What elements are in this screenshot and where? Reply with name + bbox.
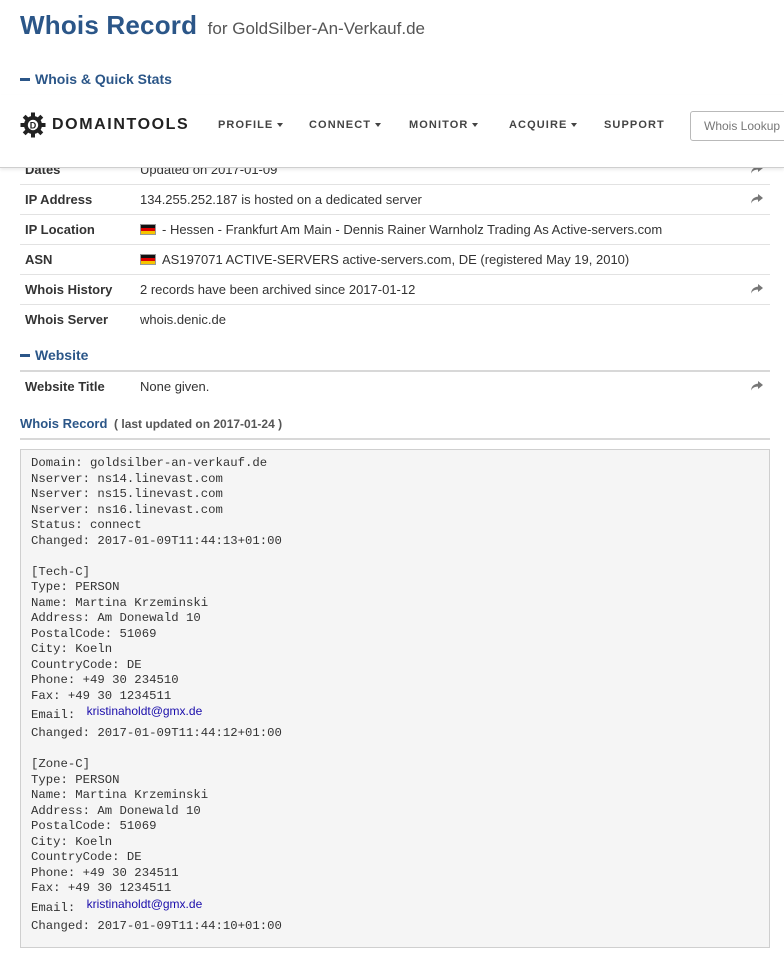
nav-profile[interactable]: PROFILE xyxy=(218,119,284,131)
whois-record-title: Whois Record xyxy=(20,416,108,431)
section-header-quick-stats[interactable]: Whois & Quick Stats xyxy=(20,71,172,87)
table-row-website-title: Website Title None given. xyxy=(20,372,770,401)
whois-line: CountryCode: DE xyxy=(31,657,142,672)
table-row-asn: ASN AS197071 ACTIVE-SERVERS active-serve… xyxy=(20,245,770,275)
share-icon[interactable] xyxy=(750,283,764,295)
divider xyxy=(20,438,770,440)
page-title-domain: for GoldSilber-An-Verkauf.de xyxy=(207,19,425,38)
row-value: whois.denic.de xyxy=(140,312,226,327)
germany-flag-icon xyxy=(140,254,156,265)
section-header-label: Whois & Quick Stats xyxy=(35,71,172,87)
quick-stats-table: Dates Updated on 2017-01-09 IP Address 1… xyxy=(20,155,770,334)
email-link[interactable]: kristinaholdt@gmx.de xyxy=(87,897,203,911)
caret-down-icon xyxy=(375,123,382,127)
row-label: ASN xyxy=(25,252,53,267)
whois-line: [Tech-C] xyxy=(31,564,91,579)
whois-line: City: Koeln xyxy=(31,834,113,849)
whois-record-text: Domain: goldsilber-an-verkauf.de Nserver… xyxy=(20,449,770,948)
nav-profile-label: PROFILE xyxy=(218,119,274,131)
whois-line: Name: Martina Krzeminski xyxy=(31,595,209,610)
whois-line: Fax: +49 30 1234511 xyxy=(31,881,172,895)
nav-acquire[interactable]: ACQUIRE xyxy=(509,119,578,131)
domaintools-logo[interactable]: D DOMAINTOOLS xyxy=(20,112,189,138)
svg-text:D: D xyxy=(30,121,37,131)
share-icon[interactable] xyxy=(750,193,764,205)
row-label: Whois History xyxy=(25,282,113,297)
nav-connect-label: CONNECT xyxy=(309,119,372,131)
whois-lookup-input[interactable]: Whois Lookup xyxy=(690,111,784,141)
row-label: Whois Server xyxy=(25,312,109,327)
row-value: 2 records have been archived since 2017-… xyxy=(140,282,416,297)
whois-line: Fax: +49 30 1234511 xyxy=(31,688,172,703)
row-value: AS197071 ACTIVE-SERVERS active-servers.c… xyxy=(140,252,629,267)
share-icon[interactable] xyxy=(750,380,764,392)
whois-line: Type: PERSON xyxy=(31,580,120,594)
whois-line: Phone: +49 30 234510 xyxy=(31,673,179,687)
whois-email-line: Email: kristinaholdt@gmx.de xyxy=(31,897,769,917)
whois-line: City: Koeln xyxy=(31,642,113,656)
logo-text: DOMAINTOOLS xyxy=(52,116,190,133)
page-title: Whois Record for GoldSilber-An-Verkauf.d… xyxy=(20,10,425,41)
email-label: Email: xyxy=(31,900,76,915)
row-label: IP Location xyxy=(25,222,95,237)
caret-down-icon xyxy=(277,123,284,127)
email-label: Email: xyxy=(31,708,76,722)
whois-line: Name: Martina Krzeminski xyxy=(31,788,209,802)
whois-line: [Zone-C] xyxy=(31,757,91,771)
nav-support-label: SUPPORT xyxy=(604,119,665,131)
collapse-icon xyxy=(20,353,30,357)
whois-record-updated: ( last updated on 2017-01-24 ) xyxy=(114,417,283,431)
whois-line: Domain: goldsilber-an-verkauf.de xyxy=(31,456,268,470)
whois-line: Address: Am Donewald 10 xyxy=(31,803,201,818)
row-label: Website Title xyxy=(25,379,105,394)
table-row-whois-history: Whois History 2 records have been archiv… xyxy=(20,275,770,305)
nav-support[interactable]: SUPPORT xyxy=(604,119,665,131)
whois-email-line: Email: kristinaholdt@gmx.de xyxy=(31,704,769,724)
nav-monitor-label: MONITOR xyxy=(409,119,469,131)
page-title-main: Whois Record xyxy=(20,10,198,40)
whois-line: Address: Am Donewald 10 xyxy=(31,611,201,625)
table-row-whois-server: Whois Server whois.denic.de xyxy=(20,305,770,334)
email-link[interactable]: kristinaholdt@gmx.de xyxy=(87,704,203,718)
website-table: Website Title None given. xyxy=(20,370,770,401)
whois-line: Changed: 2017-01-09T11:44:13+01:00 xyxy=(31,533,282,548)
table-row-ip-address: IP Address 134.255.252.187 is hosted on … xyxy=(20,185,770,215)
whois-line: Status: connect xyxy=(31,518,142,532)
nav-connect[interactable]: CONNECT xyxy=(309,119,382,131)
section-header-label: Website xyxy=(35,347,89,363)
whois-line: Type: PERSON xyxy=(31,772,120,787)
row-label: IP Address xyxy=(25,192,93,207)
nav-monitor[interactable]: MONITOR xyxy=(409,119,479,131)
row-value: 134.255.252.187 is hosted on a dedicated… xyxy=(140,192,422,207)
navbar: D DOMAINTOOLS PROFILE CONNECT MONITOR AC… xyxy=(0,95,784,168)
whois-line: PostalCode: 51069 xyxy=(31,626,157,641)
nav-acquire-label: ACQUIRE xyxy=(509,119,568,131)
whois-line: Changed: 2017-01-09T11:44:12+01:00 xyxy=(31,726,282,740)
whois-record-header: Whois Record ( last updated on 2017-01-2… xyxy=(20,416,282,431)
whois-line: Nserver: ns14.linevast.com xyxy=(31,471,223,486)
row-value: None given. xyxy=(140,379,210,394)
germany-flag-icon xyxy=(140,224,156,235)
whois-line: Nserver: ns15.linevast.com xyxy=(31,487,223,501)
section-header-website[interactable]: Website xyxy=(20,347,88,363)
whois-line: Nserver: ns16.linevast.com xyxy=(31,502,223,517)
whois-line: PostalCode: 51069 xyxy=(31,819,157,833)
whois-line: Changed: 2017-01-09T11:44:10+01:00 xyxy=(31,918,282,933)
whois-line: Phone: +49 30 234511 xyxy=(31,865,179,880)
row-value: - Hessen - Frankfurt Am Main - Dennis Ra… xyxy=(140,222,662,237)
collapse-icon xyxy=(20,77,30,81)
caret-down-icon xyxy=(472,123,479,127)
caret-down-icon xyxy=(571,123,578,127)
gear-logo-icon: D xyxy=(20,112,46,138)
whois-line: CountryCode: DE xyxy=(31,850,142,864)
table-row-ip-location: IP Location - Hessen - Frankfurt Am Main… xyxy=(20,215,770,245)
